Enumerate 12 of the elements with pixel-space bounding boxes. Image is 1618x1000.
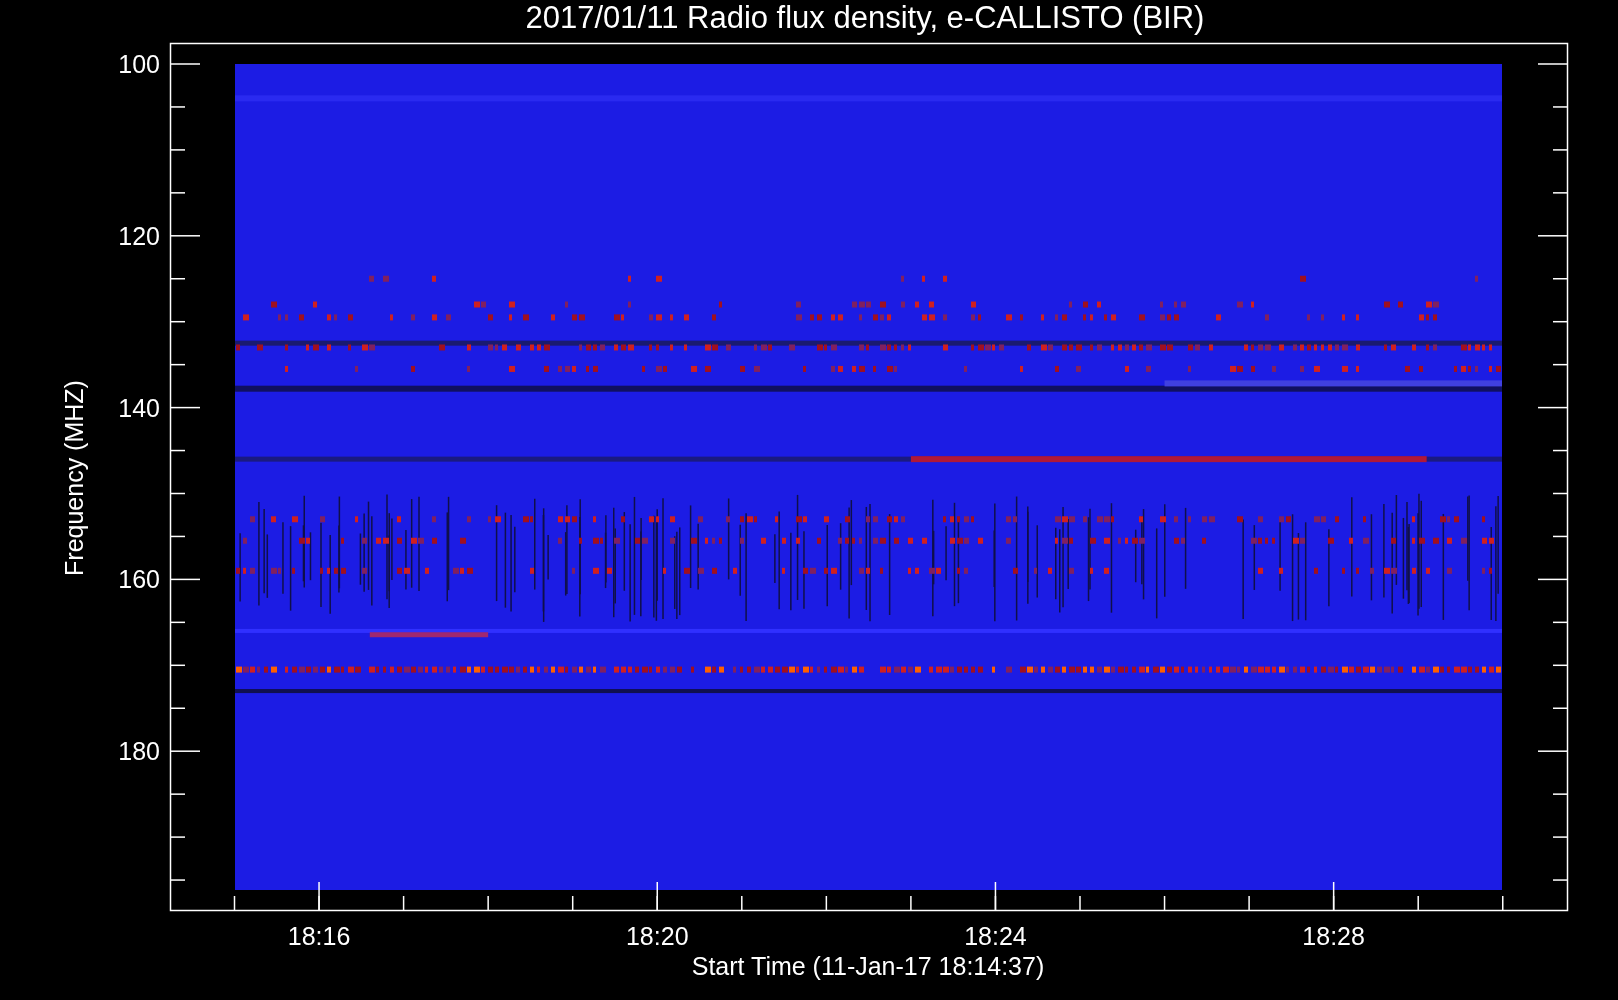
x-tick-label: 18:24: [964, 922, 1027, 950]
x-tick-label: 18:16: [287, 922, 351, 950]
y-tick-label: 140: [118, 393, 160, 422]
y-axis-label: Frequency (MHZ): [60, 380, 88, 576]
y-tick-label: 180: [118, 737, 160, 766]
y-tick-label: 100: [118, 50, 160, 78]
chart-title: 2017/01/11 Radio flux density, e-CALLISTO (BIR): [525, 0, 1205, 35]
y-tick-label: 160: [118, 565, 160, 594]
y-tick-label: 120: [118, 221, 160, 250]
x-tick-label: 18:28: [1302, 922, 1365, 950]
x-tick-label: 18:20: [625, 922, 689, 950]
x-axis-label: Start Time (11-Jan-17 18:14:37): [691, 952, 1045, 980]
